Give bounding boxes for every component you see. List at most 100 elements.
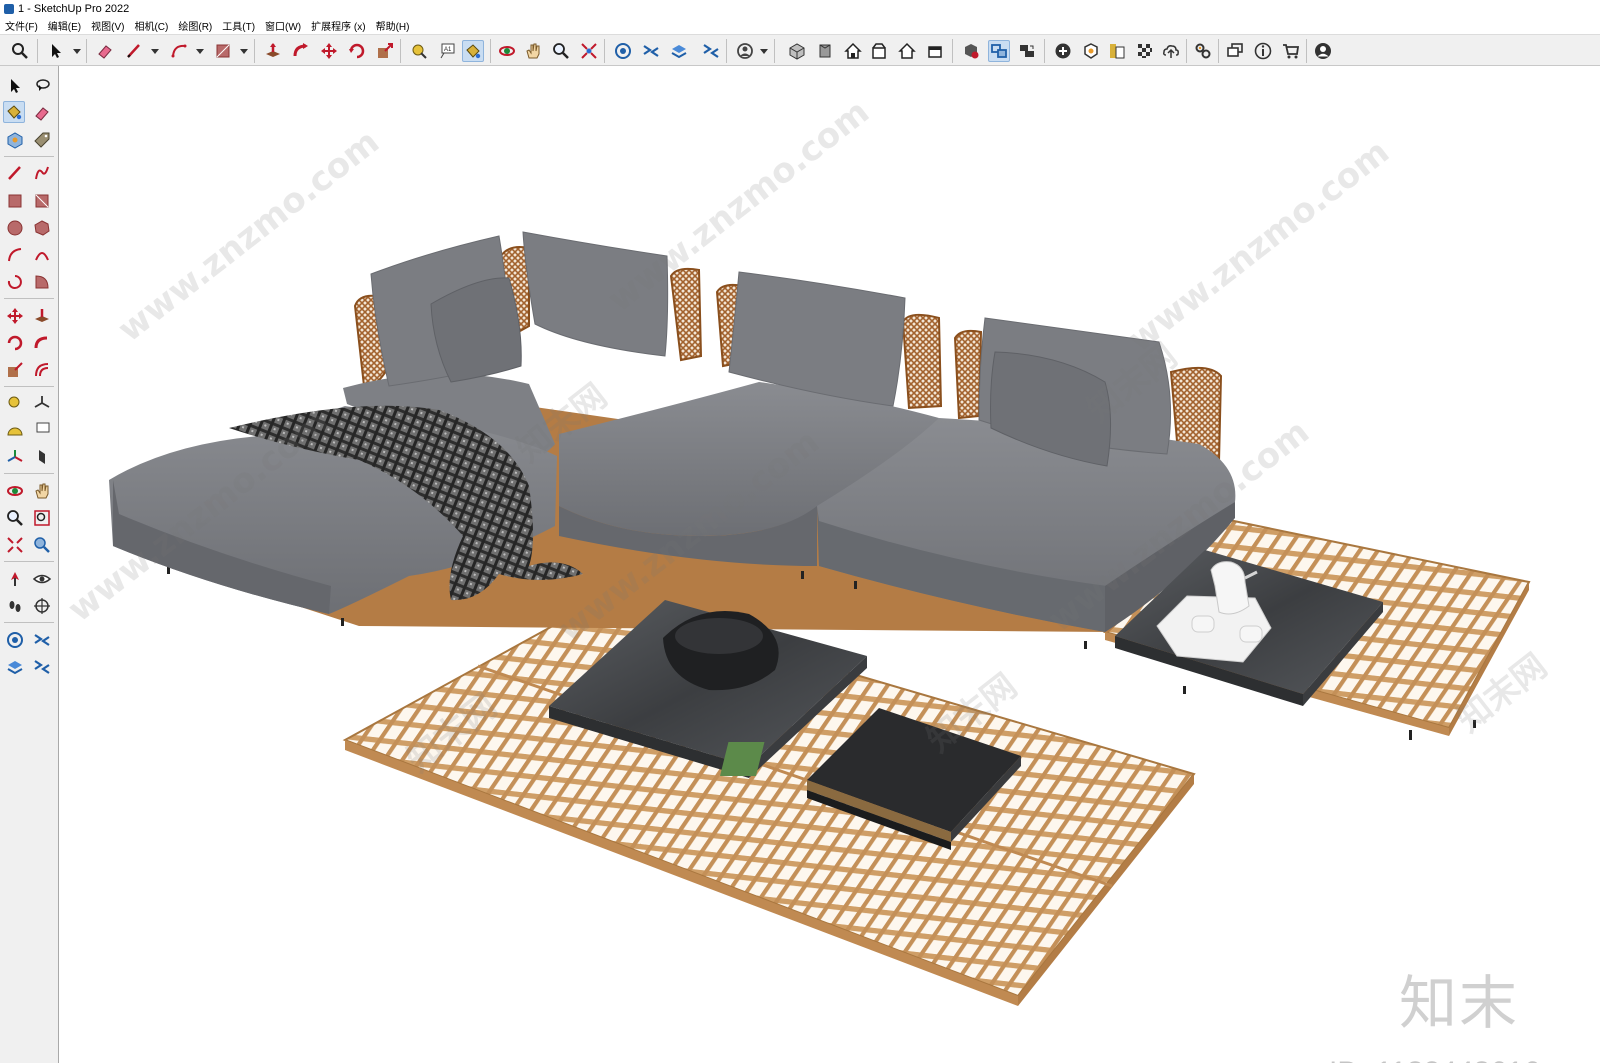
zoom-window-icon[interactable] xyxy=(31,507,53,529)
account-dropdown-caret[interactable] xyxy=(760,49,768,54)
extension-manager-icon[interactable] xyxy=(31,656,53,678)
components-icon[interactable] xyxy=(988,40,1010,62)
follow-me-icon[interactable] xyxy=(31,332,53,354)
scenes-icon[interactable] xyxy=(1016,40,1038,62)
menu-edit[interactable]: 编辑(E) xyxy=(43,18,86,33)
cloud-upload-icon[interactable] xyxy=(1160,40,1182,62)
shopping-cart-icon[interactable] xyxy=(1280,40,1302,62)
polygon-icon[interactable] xyxy=(31,217,53,239)
extension-manager-icon[interactable] xyxy=(700,40,722,62)
select-arrow-icon[interactable] xyxy=(4,75,26,97)
back-view-icon[interactable] xyxy=(896,40,918,62)
pan-hand-icon[interactable] xyxy=(31,480,53,502)
3d-warehouse-icon[interactable] xyxy=(612,40,634,62)
arc-icon[interactable] xyxy=(168,40,190,62)
menu-camera[interactable]: 相机(C) xyxy=(129,18,173,33)
walk-footprints-icon[interactable] xyxy=(4,595,26,617)
shadows-icon[interactable] xyxy=(1080,40,1102,62)
zoom-tool-icon[interactable] xyxy=(550,40,572,62)
menu-view[interactable]: 视图(V) xyxy=(86,18,129,33)
extension-warehouse-icon[interactable] xyxy=(640,40,662,62)
styles-icon[interactable] xyxy=(1106,40,1128,62)
previous-view-icon[interactable] xyxy=(31,534,53,556)
message-icon[interactable] xyxy=(1224,40,1246,62)
zoom-extents-icon[interactable] xyxy=(4,534,26,556)
settings-gears-icon[interactable] xyxy=(1192,40,1214,62)
3d-warehouse-icon[interactable] xyxy=(4,629,26,651)
position-camera-icon[interactable] xyxy=(4,568,26,590)
select-dropdown-caret[interactable] xyxy=(73,49,81,54)
tag-icon[interactable] xyxy=(31,129,53,151)
circle-icon[interactable] xyxy=(4,217,26,239)
three-point-arc-icon[interactable] xyxy=(4,271,26,293)
pie-icon[interactable] xyxy=(31,271,53,293)
freehand-icon[interactable] xyxy=(31,162,53,184)
add-location-icon[interactable] xyxy=(1052,40,1074,62)
section-display-icon[interactable] xyxy=(31,595,53,617)
two-point-arc-icon[interactable] xyxy=(31,244,53,266)
move-icon[interactable] xyxy=(318,40,340,62)
pan-hand-icon[interactable] xyxy=(522,40,544,62)
select-arrow-icon[interactable] xyxy=(45,40,67,62)
menu-tools[interactable]: 工具(T) xyxy=(217,18,260,33)
top-view-icon[interactable] xyxy=(814,40,836,62)
orbit-icon[interactable] xyxy=(496,40,518,62)
eraser-icon[interactable] xyxy=(31,102,53,124)
push-pull-icon[interactable] xyxy=(262,40,284,62)
info-icon[interactable] xyxy=(1252,40,1274,62)
scale-icon[interactable] xyxy=(374,40,396,62)
user-profile-icon[interactable] xyxy=(1312,40,1334,62)
pencil-line-icon[interactable] xyxy=(123,40,145,62)
front-view-icon[interactable] xyxy=(842,40,864,62)
menu-window[interactable]: 窗口(W) xyxy=(260,18,306,33)
arc-icon[interactable] xyxy=(4,244,26,266)
tape-measure-icon[interactable] xyxy=(408,40,430,62)
lasso-select-icon[interactable] xyxy=(31,75,53,97)
menu-file[interactable]: 文件(F) xyxy=(0,18,43,33)
dimension-axes-icon[interactable] xyxy=(4,446,26,468)
rotated-rectangle-icon[interactable] xyxy=(31,190,53,212)
offset-icon[interactable] xyxy=(31,359,53,381)
right-view-icon[interactable] xyxy=(868,40,890,62)
model-viewport[interactable]: www.znzmo.com www.znzmo.com www.znzmo.co… xyxy=(59,66,1600,1063)
text-label-icon[interactable]: A1 xyxy=(436,40,458,62)
teacup xyxy=(1239,625,1263,643)
section-plane-icon[interactable] xyxy=(31,446,53,468)
layout-send-icon[interactable] xyxy=(4,656,26,678)
arc-dropdown-caret[interactable] xyxy=(196,49,204,54)
pencil-line-icon[interactable] xyxy=(4,162,26,184)
menu-extensions[interactable]: 扩展程序 (x) xyxy=(306,18,370,33)
menu-help[interactable]: 帮助(H) xyxy=(371,18,415,33)
follow-me-icon[interactable] xyxy=(290,40,312,62)
orbit-icon[interactable] xyxy=(4,480,26,502)
move-icon[interactable] xyxy=(4,305,26,327)
paint-bucket-icon[interactable] xyxy=(3,101,25,123)
protractor-icon[interactable] xyxy=(4,419,26,441)
model-info-icon[interactable] xyxy=(960,40,982,62)
zoom-extents-icon[interactable] xyxy=(578,40,600,62)
zoom-icon[interactable] xyxy=(9,40,31,62)
push-pull-icon[interactable] xyxy=(31,305,53,327)
extension-warehouse-icon[interactable] xyxy=(31,629,53,651)
layout-send-icon[interactable] xyxy=(668,40,690,62)
look-around-eye-icon[interactable] xyxy=(31,568,53,590)
left-view-icon[interactable] xyxy=(924,40,946,62)
line-dropdown-caret[interactable] xyxy=(151,49,159,54)
iso-view-icon[interactable] xyxy=(786,40,808,62)
rectangle-icon[interactable] xyxy=(212,40,234,62)
eraser-icon[interactable] xyxy=(94,40,116,62)
shape-dropdown-caret[interactable] xyxy=(240,49,248,54)
tape-measure-icon[interactable] xyxy=(4,392,26,414)
zoom-tool-icon[interactable] xyxy=(4,507,26,529)
account-icon[interactable] xyxy=(734,40,756,62)
axes-icon[interactable] xyxy=(31,392,53,414)
materials-checker-icon[interactable] xyxy=(1134,40,1156,62)
rectangle-icon[interactable] xyxy=(4,190,26,212)
menu-draw[interactable]: 绘图(R) xyxy=(173,18,217,33)
rotate-icon[interactable] xyxy=(346,40,368,62)
paint-bucket-icon[interactable] xyxy=(462,40,484,62)
text-label-icon[interactable] xyxy=(31,419,53,441)
scale-icon[interactable] xyxy=(4,359,26,381)
make-component-icon[interactable] xyxy=(4,129,26,151)
rotate-icon[interactable] xyxy=(4,332,26,354)
